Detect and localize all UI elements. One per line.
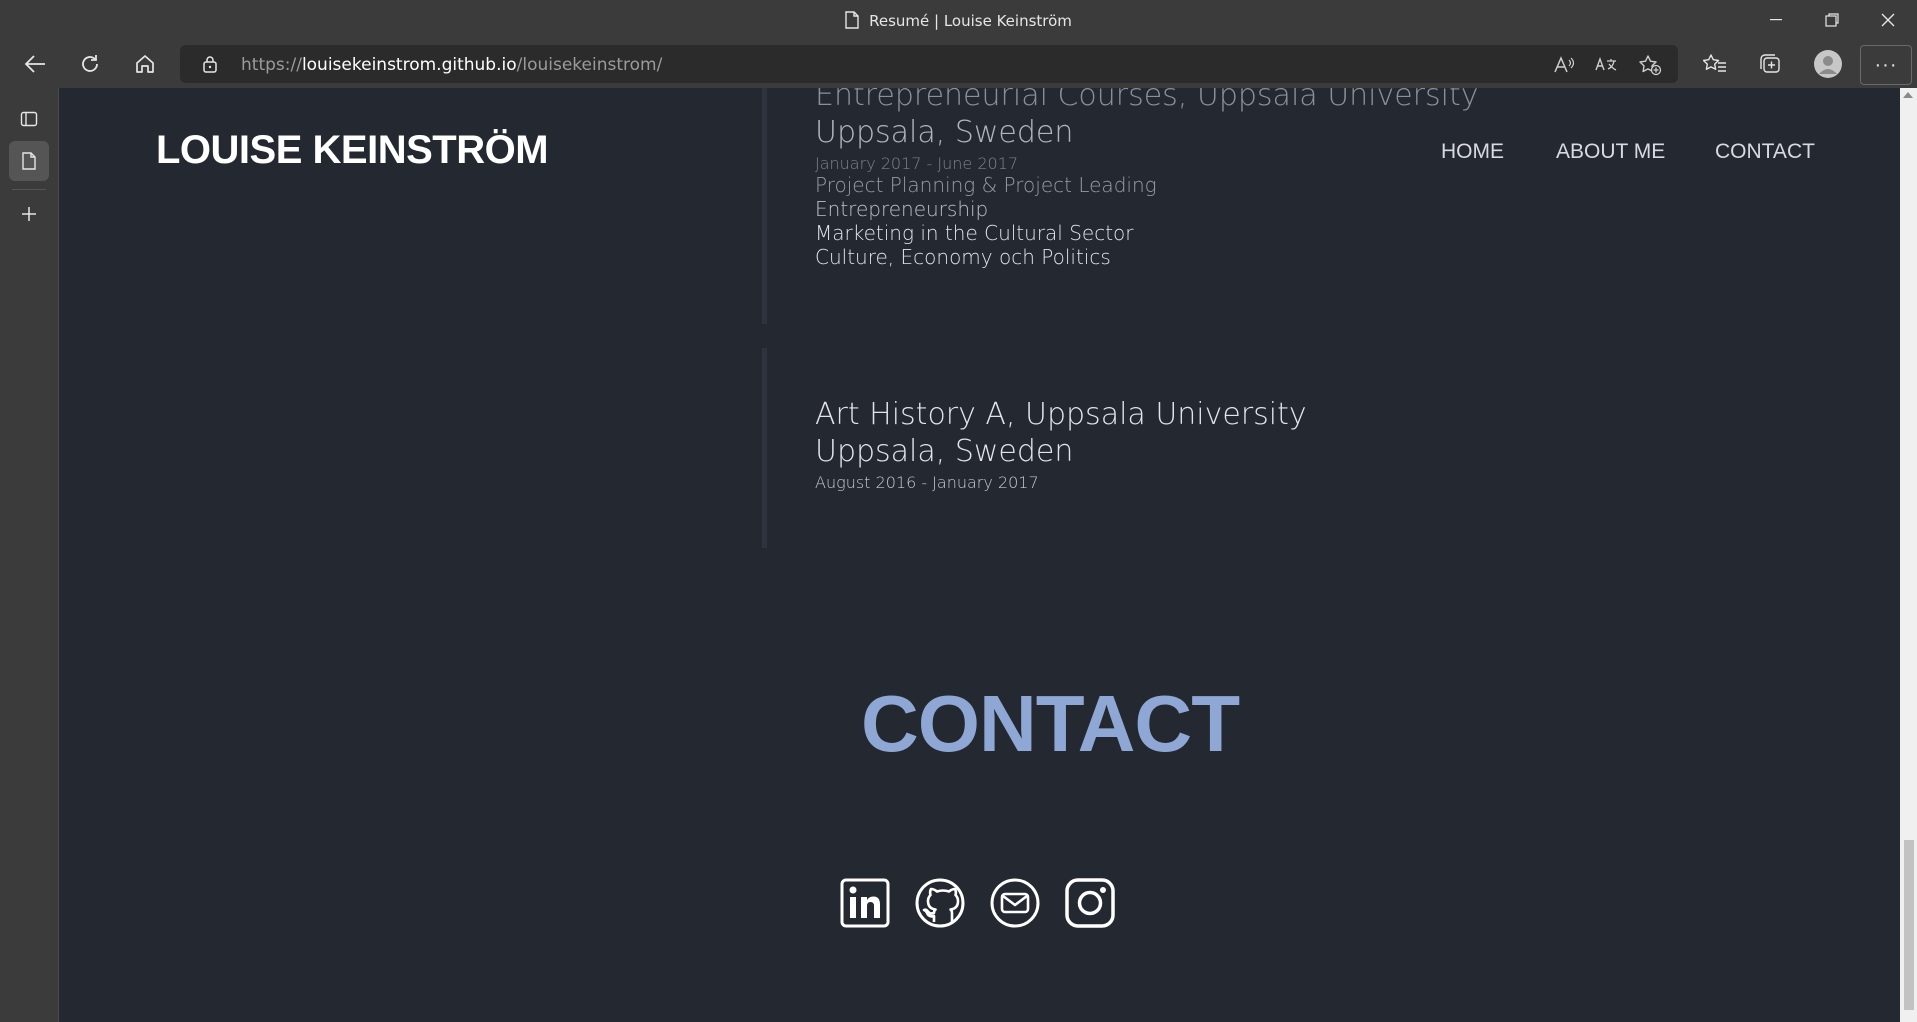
sidebar-divider	[12, 189, 46, 190]
tab-resume[interactable]	[9, 141, 49, 181]
entry-dates: August 2016 - January 2017	[815, 473, 1039, 492]
minimize-button[interactable]	[1748, 0, 1804, 40]
page-icon	[845, 11, 859, 33]
close-button[interactable]	[1860, 0, 1916, 40]
education-entry: Art History A, Uppsala University Uppsal…	[815, 396, 1307, 492]
page-scrollbar[interactable]	[1900, 88, 1917, 1022]
window-title: Resumé | Louise Keinström	[0, 11, 1917, 33]
url-host: louisekeinstrom.github.io	[301, 55, 517, 75]
entry-title: Entrepreneurial Courses, Uppsala Univers…	[815, 88, 1479, 113]
back-button[interactable]	[17, 46, 53, 82]
course-item: Entrepreneurship	[815, 197, 989, 221]
nav-contact[interactable]: CONTACT	[1715, 140, 1815, 164]
scrollbar-thumb[interactable]	[1904, 840, 1914, 1010]
nav-about-me[interactable]: ABOUT ME	[1556, 140, 1665, 164]
vertical-tabs-sidebar	[0, 88, 59, 1022]
new-tab-button[interactable]	[9, 194, 49, 234]
url-path: /louisekeinstrom/	[516, 55, 663, 75]
browser-title-bar: Resumé | Louise Keinström	[0, 0, 1917, 40]
url-text[interactable]: https://louisekeinstrom.github.io/louise…	[241, 55, 662, 75]
entry-location: Uppsala, Sweden	[815, 115, 1074, 150]
refresh-button[interactable]	[72, 46, 108, 82]
site-brand[interactable]: LOUISE KEINSTRÖM	[156, 128, 549, 173]
social-links	[840, 878, 1115, 928]
favorites-icon[interactable]	[1697, 46, 1733, 82]
collections-icon[interactable]	[1752, 46, 1788, 82]
restore-button[interactable]	[1804, 0, 1860, 40]
instagram-icon[interactable]	[1065, 878, 1115, 928]
scroll-up-arrow[interactable]	[1903, 92, 1913, 98]
lock-icon[interactable]	[202, 55, 218, 78]
settings-more-button[interactable]: ···	[1860, 45, 1912, 85]
course-item: Project Planning & Project Leading	[815, 173, 1157, 197]
mail-icon[interactable]	[990, 878, 1040, 928]
window-title-text: Resumé | Louise Keinström	[869, 12, 1072, 30]
course-item: Marketing in the Cultural Sector	[815, 221, 1134, 245]
entry-title: Art History A, Uppsala University	[815, 397, 1307, 432]
address-bar[interactable]: https://louisekeinstrom.github.io/louise…	[180, 45, 1678, 83]
entry-dates: January 2017 - June 2017	[815, 154, 1019, 173]
course-item: Culture, Economy och Politics	[815, 245, 1111, 269]
webpage: Entrepreneurial Courses, Uppsala Univers…	[60, 88, 1900, 1022]
read-aloud-icon[interactable]	[1551, 52, 1577, 78]
browser-toolbar: https://louisekeinstrom.github.io/louise…	[0, 40, 1917, 88]
url-prefix: https://	[241, 55, 302, 75]
nav-home[interactable]: HOME	[1441, 140, 1504, 164]
education-entry: Entrepreneurial Courses, Uppsala Univers…	[815, 88, 1479, 269]
timeline-line	[762, 88, 767, 324]
translate-icon[interactable]	[1593, 52, 1619, 78]
more-label: ···	[1874, 53, 1898, 76]
home-button[interactable]	[127, 46, 163, 82]
profile-avatar[interactable]	[1810, 46, 1846, 82]
timeline-line	[762, 348, 767, 548]
github-icon[interactable]	[915, 878, 965, 928]
linkedin-icon[interactable]	[840, 878, 890, 928]
add-favorite-icon[interactable]	[1637, 52, 1663, 78]
contact-heading: CONTACT	[860, 679, 1240, 768]
tab-actions-icon[interactable]	[9, 99, 49, 139]
entry-location: Uppsala, Sweden	[815, 434, 1074, 469]
